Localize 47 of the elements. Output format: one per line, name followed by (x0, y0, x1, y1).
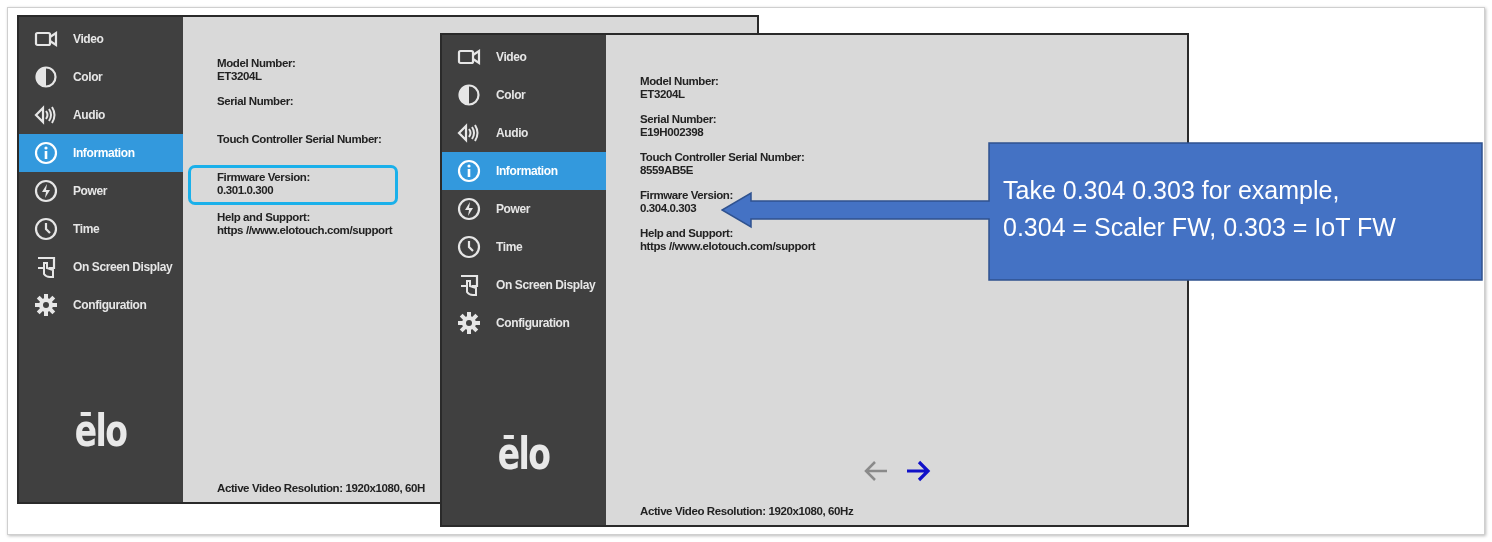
menu-item[interactable]: Time (19, 210, 183, 248)
info-label: Touch Controller Serial Number: (640, 151, 806, 164)
menu-item[interactable]: Color (19, 58, 183, 96)
callout-text: Take 0.304 0.303 for example, 0.304 = Scaler FW, 0.303 = IoT FW (1003, 175, 1397, 243)
clock-icon (456, 235, 482, 259)
info-icon (33, 141, 59, 165)
info-label: Touch Controller Serial Number: (217, 133, 383, 146)
menu-item[interactable]: Configuration (442, 304, 606, 342)
menu-item[interactable]: Video (19, 20, 183, 58)
half-circle-icon (456, 83, 482, 107)
info-label: Serial Number: (640, 113, 718, 126)
info-value: 0.301.0.300 (217, 184, 275, 197)
info-label: Model Number: (217, 57, 297, 70)
lightning-circle-icon (33, 179, 59, 203)
gear-icon (456, 311, 482, 335)
menu-item[interactable]: On Screen Display (442, 266, 606, 304)
menu-item[interactable]: Power (442, 190, 606, 228)
menu-item[interactable]: Time (442, 228, 606, 266)
info-value: E19H002398 (640, 126, 705, 139)
menu-item[interactable]: On Screen Display (19, 248, 183, 286)
gear-icon (33, 293, 59, 317)
info-label: Firmware Version: (640, 189, 734, 202)
menu-item[interactable]: Color (442, 76, 606, 114)
info-value: https //www.elotouch.com/support (640, 240, 817, 253)
logo: ēlo (498, 428, 550, 479)
info-label: Model Number: (640, 75, 720, 88)
half-circle-icon (33, 65, 59, 89)
info-value: ET3204L (217, 70, 263, 83)
status-text: Active Video Resolution: 1920x1080, 60H (217, 482, 426, 494)
menu-item[interactable]: Power (19, 172, 183, 210)
info-label: Help and Support: (217, 211, 311, 224)
info-label: Serial Number: (217, 95, 295, 108)
clock-icon (33, 217, 59, 241)
info-label: Firmware Version: (217, 171, 311, 184)
status-text: Active Video Resolution: 1920x1080, 60Hz (640, 505, 855, 517)
menu-item[interactable]: Audio (19, 96, 183, 134)
info-value: 8559AB5E (640, 164, 695, 177)
menu-item[interactable]: Audio (442, 114, 606, 152)
logo: ēlo (75, 405, 127, 456)
info-value: https //www.elotouch.com/support (217, 224, 394, 237)
lightning-circle-icon (456, 197, 482, 221)
info-icon (456, 159, 482, 183)
menu-item[interactable]: Video (442, 38, 606, 76)
info-label: Help and Support: (640, 227, 734, 240)
info-value: ET3204L (640, 88, 686, 101)
info-value: 0.304.0.303 (640, 202, 698, 215)
menu-item[interactable]: Configuration (19, 286, 183, 324)
